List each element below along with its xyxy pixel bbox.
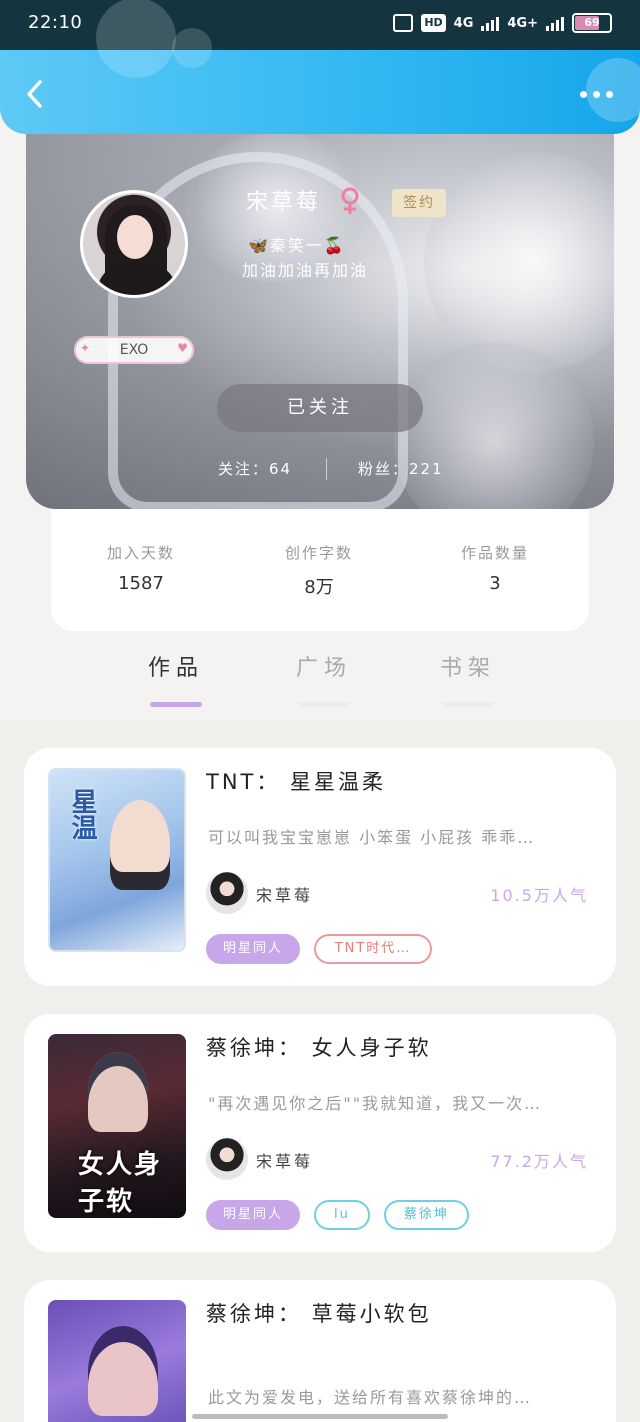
profile-bio-line1: 🦋秦笑一🍒 — [248, 236, 346, 255]
stat-value: 8万 — [304, 577, 334, 598]
book-card[interactable]: 蔡徐坤： 草莓小软包 此文为爱发电，送给所有喜欢蔡徐坤的… — [24, 1280, 616, 1422]
chevron-left-icon — [27, 80, 42, 108]
tab-indicator — [298, 702, 350, 707]
stat-label: 作品数量 — [460, 544, 529, 562]
author-row: 宋草莓 77.2万人气 — [206, 1138, 596, 1182]
popularity-count: 77.2万人气 — [490, 1152, 588, 1171]
book-title: 蔡徐坤： 草莓小软包 — [206, 1302, 432, 1326]
status-icons: HD 4G 4G+ 69 — [393, 13, 612, 33]
signal-icon — [481, 15, 500, 31]
stats-divider — [326, 458, 327, 480]
tab-indicator — [150, 702, 202, 707]
tab-square[interactable]: 广场 — [274, 650, 374, 707]
author-name: 宋草莓 — [256, 1152, 314, 1171]
book-description: "再次遇见你之后""我就知道，我又一次… — [208, 1094, 543, 1113]
stat-value: 1587 — [118, 573, 164, 594]
stat-join-days: 加入天数 1587 — [61, 542, 221, 594]
profile-username: 宋草莓 — [246, 190, 322, 215]
tab-label: 广场 — [295, 656, 352, 681]
sparkle-icon: ✦ — [80, 341, 91, 355]
hd-icon: HD — [421, 14, 446, 32]
author-avatar — [206, 1138, 248, 1180]
follow-button[interactable]: 已关注 — [217, 384, 423, 432]
stats-card: 加入天数 1587 创作字数 8万 作品数量 3 — [51, 508, 589, 631]
cover-title: 女人身子软 — [78, 1150, 163, 1217]
following-count[interactable]: 关注：64 — [218, 458, 292, 479]
stat-label: 创作字数 — [284, 544, 353, 562]
profile-avatar[interactable] — [80, 190, 188, 298]
book-card[interactable]: 星温 TNT： 星星温柔 可以叫我宝宝崽崽 小笨蛋 小屁孩 乖乖… 宋草莓 10… — [24, 748, 616, 986]
fan-group-label: EXO — [119, 342, 149, 358]
author-row: 宋草莓 10.5万人气 — [206, 872, 596, 916]
status-time: 22:10 — [28, 12, 83, 33]
home-indicator[interactable] — [192, 1414, 448, 1419]
tab-label: 书架 — [439, 656, 496, 681]
book-title: TNT： 星星温柔 — [206, 770, 387, 794]
book-description: 此文为爱发电，送给所有喜欢蔡徐坤的… — [208, 1388, 533, 1407]
app-header — [0, 0, 640, 134]
follow-stats: 关注：64 粉丝：221 — [218, 458, 458, 482]
app-root: 22:10 HD 4G 4G+ 69 宋草莓 签约 🦋秦笑一🍒 加油加油再加油 … — [0, 0, 640, 1422]
book-card[interactable]: 女人身子软 蔡徐坤： 女人身子软 "再次遇见你之后""我就知道，我又一次… 宋草… — [24, 1014, 616, 1252]
book-title: 蔡徐坤： 女人身子软 — [206, 1036, 432, 1060]
book-cover[interactable] — [48, 1300, 186, 1422]
book-tags: 明星同人 TNT时代… — [206, 934, 432, 964]
network-4g-label: 4G — [453, 15, 474, 31]
tag-topic[interactable]: TNT时代… — [314, 934, 432, 964]
tag-topic[interactable]: 蔡徐坤 — [383, 1200, 469, 1230]
tab-works[interactable]: 作品 — [126, 650, 226, 707]
stat-works-count: 作品数量 3 — [415, 542, 575, 594]
cover-title: 星温 — [67, 788, 97, 840]
stat-value: 3 — [489, 573, 501, 594]
network-4g-plus-label: 4G+ — [507, 15, 538, 31]
book-description: 可以叫我宝宝崽崽 小笨蛋 小屁孩 乖乖… — [208, 828, 536, 847]
more-button[interactable] — [580, 86, 620, 102]
signed-badge: 签约 — [392, 189, 446, 217]
signal-icon-2 — [546, 15, 564, 31]
book-cover[interactable]: 女人身子软 — [48, 1034, 186, 1218]
profile-banner — [26, 112, 614, 509]
fans-count[interactable]: 粉丝：221 — [358, 458, 444, 479]
book-cover[interactable]: 星温 — [48, 768, 186, 952]
fan-group-tag[interactable]: ✦ EXO ♥ — [74, 336, 194, 364]
tab-bookshelf[interactable]: 书架 — [418, 650, 518, 707]
stat-label: 加入天数 — [106, 544, 175, 562]
heart-icon: ♥ — [177, 341, 188, 355]
more-dots-icon — [580, 90, 587, 98]
tab-label: 作品 — [147, 656, 204, 681]
author-name: 宋草莓 — [256, 886, 314, 905]
stat-word-count: 创作字数 8万 — [239, 542, 399, 599]
tag-category[interactable]: 明星同人 — [206, 934, 300, 964]
tab-indicator — [442, 702, 494, 707]
popularity-count: 10.5万人气 — [490, 886, 588, 905]
battery-icon: 69 — [572, 13, 612, 33]
profile-tabs: 作品 广场 书架 — [0, 640, 640, 716]
profile-bio-line2: 加油加油再加油 — [242, 261, 369, 280]
vibrate-icon — [393, 14, 414, 32]
tag-topic[interactable]: lu — [314, 1200, 370, 1230]
tag-category[interactable]: 明星同人 — [206, 1200, 300, 1230]
author-avatar — [206, 872, 248, 914]
book-tags: 明星同人 lu 蔡徐坤 — [206, 1200, 469, 1230]
female-symbol-icon — [341, 187, 359, 214]
back-button[interactable] — [18, 76, 54, 112]
battery-level: 69 — [584, 16, 600, 29]
